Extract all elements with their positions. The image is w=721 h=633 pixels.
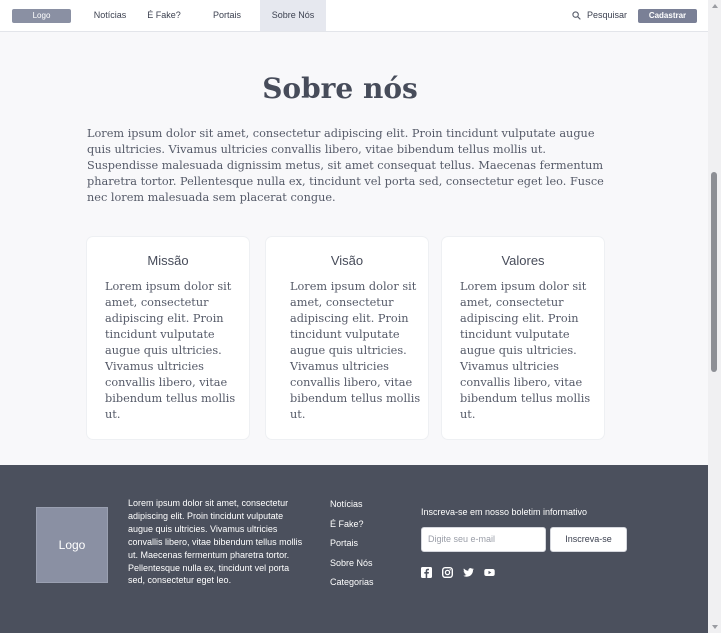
- intro-paragraph: Lorem ipsum dolor sit amet, consectetur …: [87, 127, 604, 204]
- values-card-title: Valores: [501, 253, 545, 268]
- footer-links: Notícias É Fake? Portais Sobre Nós Categ…: [330, 499, 374, 597]
- newsletter-title: Inscreva-se em nosso boletim informativo: [421, 507, 588, 517]
- facebook-icon[interactable]: [421, 567, 432, 578]
- nav-item-e-fake[interactable]: É Fake?: [140, 0, 188, 31]
- subscribe-button[interactable]: Inscreva-se: [550, 527, 627, 552]
- values-card: Valores Lorem ipsum dolor sit amet, cons…: [442, 237, 604, 439]
- search-label: Pesquisar: [587, 10, 628, 20]
- signup-button[interactable]: Cadastrar: [638, 9, 697, 23]
- nav-item-sobre-nos[interactable]: Sobre Nós: [260, 0, 326, 31]
- logo-button[interactable]: Logo: [12, 9, 71, 23]
- footer-link-sobre-nos[interactable]: Sobre Nós: [330, 558, 374, 578]
- scroll-up-arrow-icon[interactable]: [712, 4, 718, 8]
- instagram-icon[interactable]: [442, 567, 453, 578]
- vision-card-text: Lorem ipsum dolor sit amet, consectetur …: [290, 280, 421, 421]
- footer: Logo Lorem ipsum dolor sit amet, consect…: [0, 465, 708, 633]
- footer-logo[interactable]: Logo: [36, 507, 108, 583]
- mission-card-title: Missão: [147, 253, 189, 268]
- scrollbar-thumb[interactable]: [711, 172, 717, 372]
- vision-card-title: Visão: [330, 253, 364, 268]
- nav-item-noticias[interactable]: Notícias: [83, 0, 137, 31]
- footer-link-portais[interactable]: Portais: [330, 538, 374, 558]
- nav-item-portais[interactable]: Portais: [200, 0, 254, 31]
- vision-card: Visão Lorem ipsum dolor sit amet, consec…: [266, 237, 428, 439]
- footer-link-categorias[interactable]: Categorias: [330, 577, 374, 597]
- footer-link-noticias[interactable]: Notícias: [330, 499, 374, 519]
- youtube-icon[interactable]: [484, 567, 495, 578]
- search-control[interactable]: Pesquisar: [572, 0, 627, 31]
- search-icon: [572, 11, 581, 20]
- footer-link-e-fake[interactable]: É Fake?: [330, 519, 374, 539]
- top-navbar: Logo Notícias É Fake? Portais Sobre Nós …: [0, 0, 708, 32]
- values-card-text: Lorem ipsum dolor sit amet, consectetur …: [460, 280, 591, 421]
- twitter-icon[interactable]: [463, 567, 474, 578]
- scroll-down-arrow-icon[interactable]: [712, 625, 718, 629]
- newsletter-email-input[interactable]: Digite seu e-mail: [421, 527, 546, 552]
- page-title: Sobre nós: [262, 72, 418, 105]
- footer-about-text: Lorem ipsum dolor sit amet, consectetur …: [128, 498, 303, 586]
- mission-card-text: Lorem ipsum dolor sit amet, consectetur …: [105, 280, 236, 421]
- mission-card: Missão Lorem ipsum dolor sit amet, conse…: [87, 237, 249, 439]
